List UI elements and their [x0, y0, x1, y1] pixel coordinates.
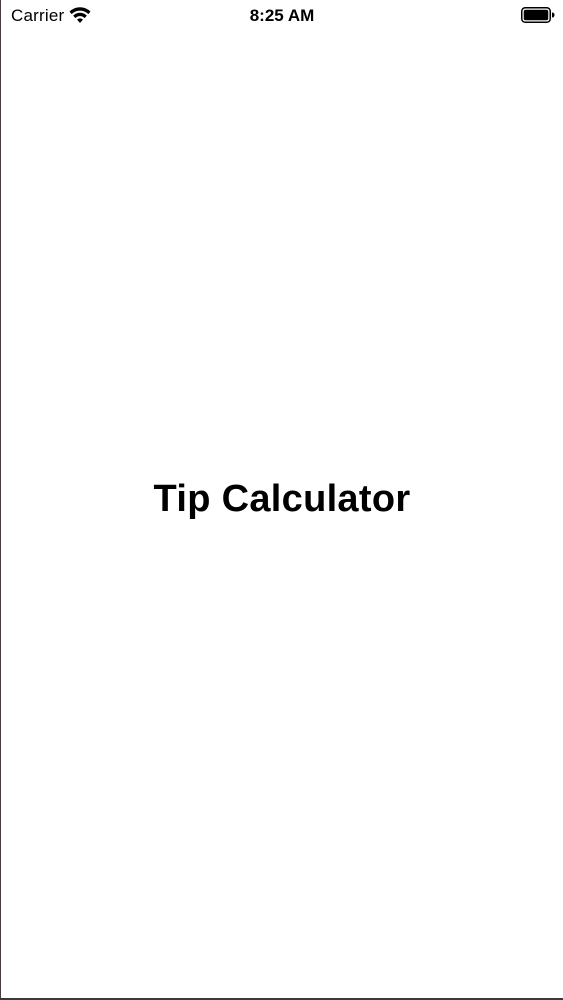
status-time: 8:25 AM [249, 6, 315, 25]
app-title: Tip Calculator [153, 478, 411, 520]
battery-icon [521, 7, 555, 23]
app-screen: Carrier 8:25 AM Tip Calculator [0, 0, 563, 1000]
status-bar: Carrier 8:25 AM [1, 0, 563, 30]
